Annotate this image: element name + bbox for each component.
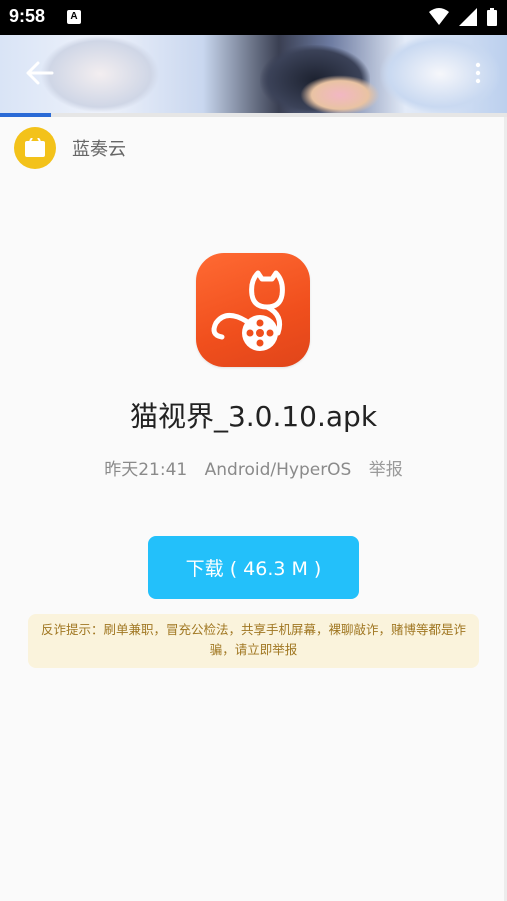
wifi-icon (429, 8, 449, 25)
file-platform: Android/HyperOS (204, 460, 352, 480)
site-logo-icon (14, 127, 56, 169)
site-name: 蓝奏云 (72, 139, 126, 160)
warning-text: 反诈提示：刷单兼职，冒充公检法，共享手机屏幕，裸聊敲诈，赌博等都是诈骗，请立即举… (40, 622, 466, 657)
status-time: 9:58 (9, 6, 46, 26)
site-header: 蓝奏云 (14, 126, 126, 170)
more-menu-icon[interactable] (473, 58, 483, 88)
download-button[interactable]: 下载 ( 46.3 M ) (148, 536, 359, 599)
back-arrow-icon[interactable] (22, 58, 56, 88)
progress-fill (0, 113, 51, 117)
file-name: 猫视界_3.0.10.apk (129, 400, 378, 433)
file-date: 昨天21:41 (104, 460, 188, 480)
banner-image (0, 35, 507, 113)
file-meta: 昨天21:41 Android/HyperOS 举报 (0, 455, 507, 480)
battery-icon (487, 8, 497, 26)
download-button-label: 下载 ( 46.3 M ) (185, 558, 322, 580)
signal-icon (459, 8, 477, 26)
notification-icon: A (67, 10, 81, 24)
anti-fraud-warning: 反诈提示：刷单兼职，冒充公检法，共享手机屏幕，裸聊敲诈，赌博等都是诈骗，请立即举… (28, 614, 479, 668)
status-bar: 9:58 A (0, 0, 507, 35)
app-icon (196, 253, 310, 367)
status-icons (429, 8, 497, 26)
report-link[interactable]: 举报 (369, 460, 403, 480)
page-load-progress (0, 113, 507, 117)
